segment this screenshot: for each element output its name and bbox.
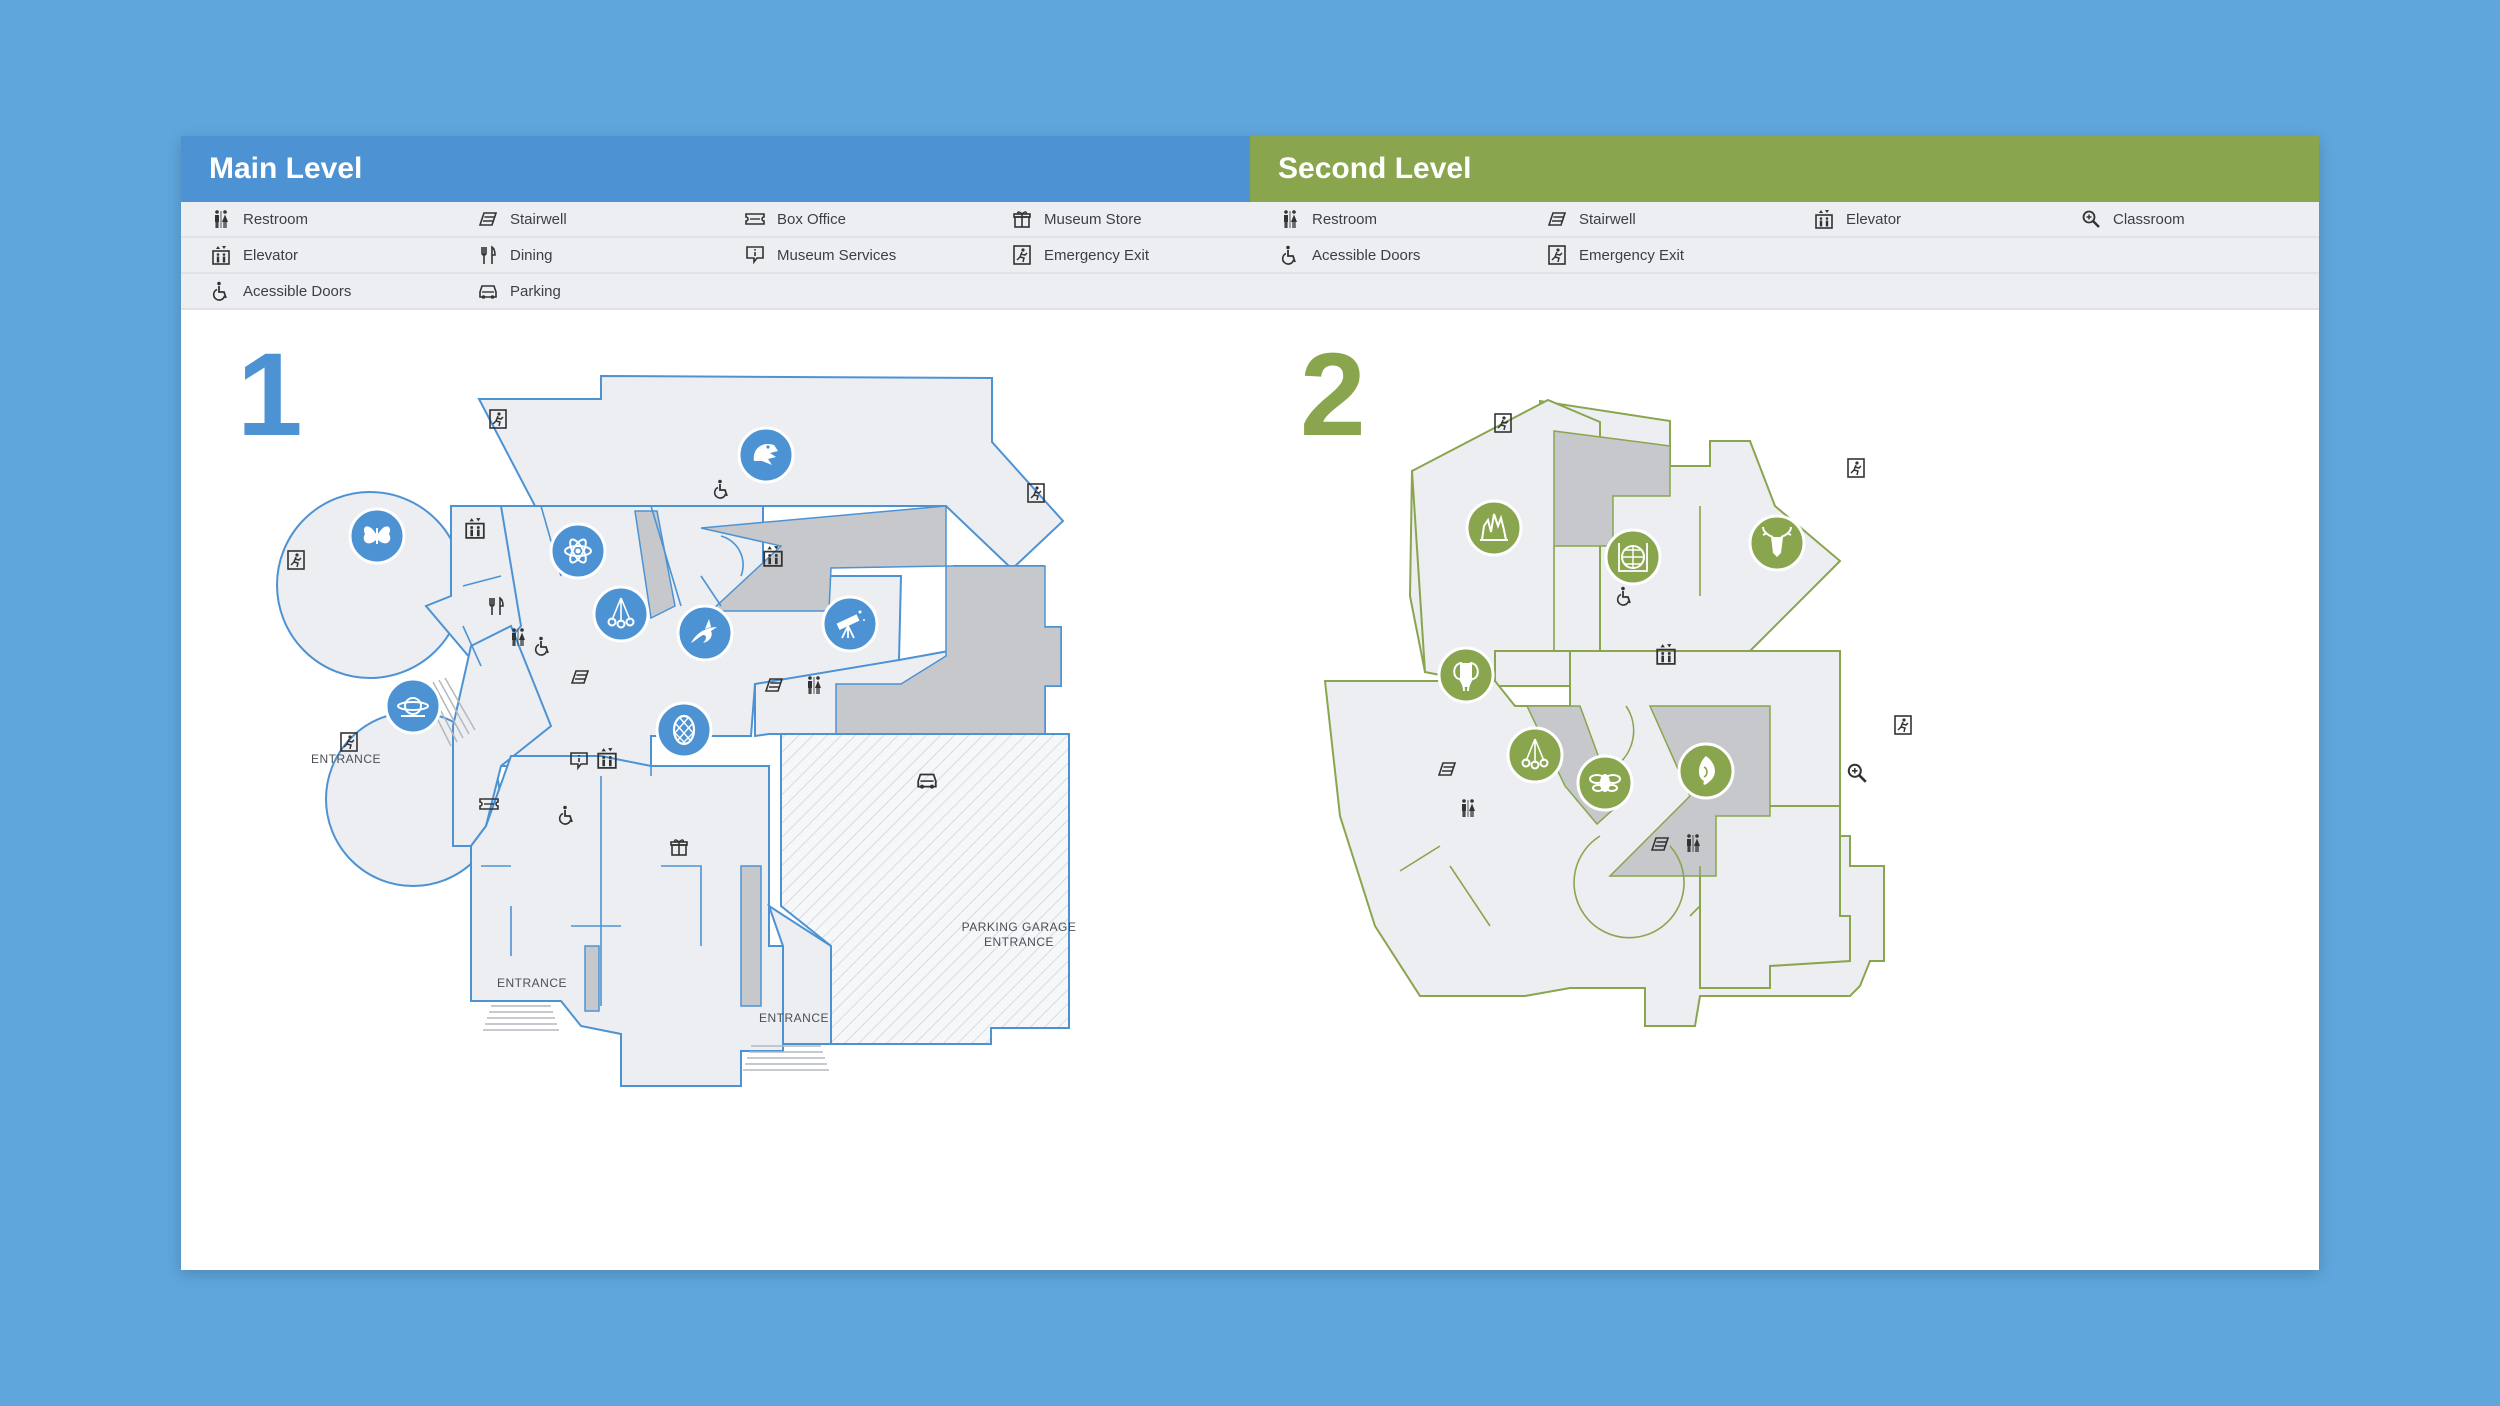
legend-classroom: Classroom (2051, 202, 2318, 236)
exit-icon (1847, 458, 1865, 478)
second-level-map: 2 (1250, 306, 2319, 1270)
entrance-southeast-label: ENTRANCE (759, 1011, 830, 1025)
restroom-icon (1280, 209, 1300, 229)
south-wing (470, 755, 784, 1087)
accessible-icon (1280, 245, 1300, 265)
floor-map-card: Main Level Restroom Stairwell Box Office… (181, 136, 2319, 1270)
elevator-icon (1814, 209, 1834, 229)
stairwell-icon (1547, 209, 1567, 229)
second-level-title: Second Level (1278, 152, 1472, 185)
legend-museum-store: Museum Store (982, 202, 1249, 236)
main-level-map: 1 ENTRANCE ENTRANCE ENTRANCE PARKING GAR… (181, 306, 1250, 1270)
second-level-number: 2 (1300, 329, 1366, 461)
legend-restroom: Restroom (181, 202, 448, 236)
legend-emergency-exit: Emergency Exit (1517, 238, 1784, 272)
exit-icon (1547, 245, 1567, 265)
second-level-floorplan (1323, 398, 1912, 1027)
legend-parking: Parking (448, 274, 715, 308)
main-level-title: Main Level (209, 152, 363, 185)
accessible-icon (211, 281, 231, 301)
second-level-legend: Restroom Stairwell Elevator Classroom Ac… (1250, 202, 2319, 310)
classroom (1699, 805, 1851, 989)
main-level-number: 1 (237, 329, 303, 461)
legend-stairwell: Stairwell (1517, 202, 1784, 236)
legend-elevator: Elevator (181, 238, 448, 272)
legend-stairwell: Stairwell (448, 202, 715, 236)
entrance-south-label: ENTRANCE (497, 976, 568, 990)
entrance-west-label: ENTRANCE (311, 752, 382, 766)
gift-icon (1012, 209, 1032, 229)
butterfly-icon (363, 526, 391, 544)
egg-exhibit[interactable] (655, 701, 713, 759)
main-level-floorplan (276, 374, 1070, 1087)
exit-icon (1894, 715, 1912, 735)
legend-restroom: Restroom (1250, 202, 1517, 236)
main-level-legend: Restroom Stairwell Box Office Museum Sto… (181, 202, 1250, 310)
service-area-south (740, 865, 762, 1007)
dining-icon (478, 245, 498, 265)
planetarium-exhibit[interactable] (384, 677, 442, 735)
legend-dining: Dining (448, 238, 715, 272)
restroom-icon (211, 209, 231, 229)
legend-emergency-exit: Emergency Exit (982, 238, 1249, 272)
services-icon (745, 245, 765, 265)
legend-box-office: Box Office (715, 202, 982, 236)
classroom-icon (1847, 763, 1868, 784)
car-icon (478, 281, 498, 301)
second-level-panel: Second Level Restroom Stairwell Elevator… (1250, 136, 2319, 1270)
legend-museum-services: Museum Services (715, 238, 982, 272)
main-level-panel: Main Level Restroom Stairwell Box Office… (181, 136, 1250, 1270)
classroom-icon (2081, 209, 2101, 229)
legend-accessible-doors: Acessible Doors (181, 274, 448, 308)
elevator-icon (211, 245, 231, 265)
second-level-header: Second Level (1250, 136, 2319, 202)
legend-accessible-doors: Acessible Doors (1250, 238, 1517, 272)
service-area-small (584, 945, 600, 1012)
legend-elevator: Elevator (1784, 202, 2051, 236)
stairwell-icon (478, 209, 498, 229)
ticket-icon (745, 209, 765, 229)
exit-icon (1012, 245, 1032, 265)
main-level-header: Main Level (181, 136, 1250, 202)
parking-garage-entrance-label: PARKING GARAGE ENTRANCE (961, 920, 1077, 949)
crystal-exhibit[interactable] (1465, 499, 1523, 557)
